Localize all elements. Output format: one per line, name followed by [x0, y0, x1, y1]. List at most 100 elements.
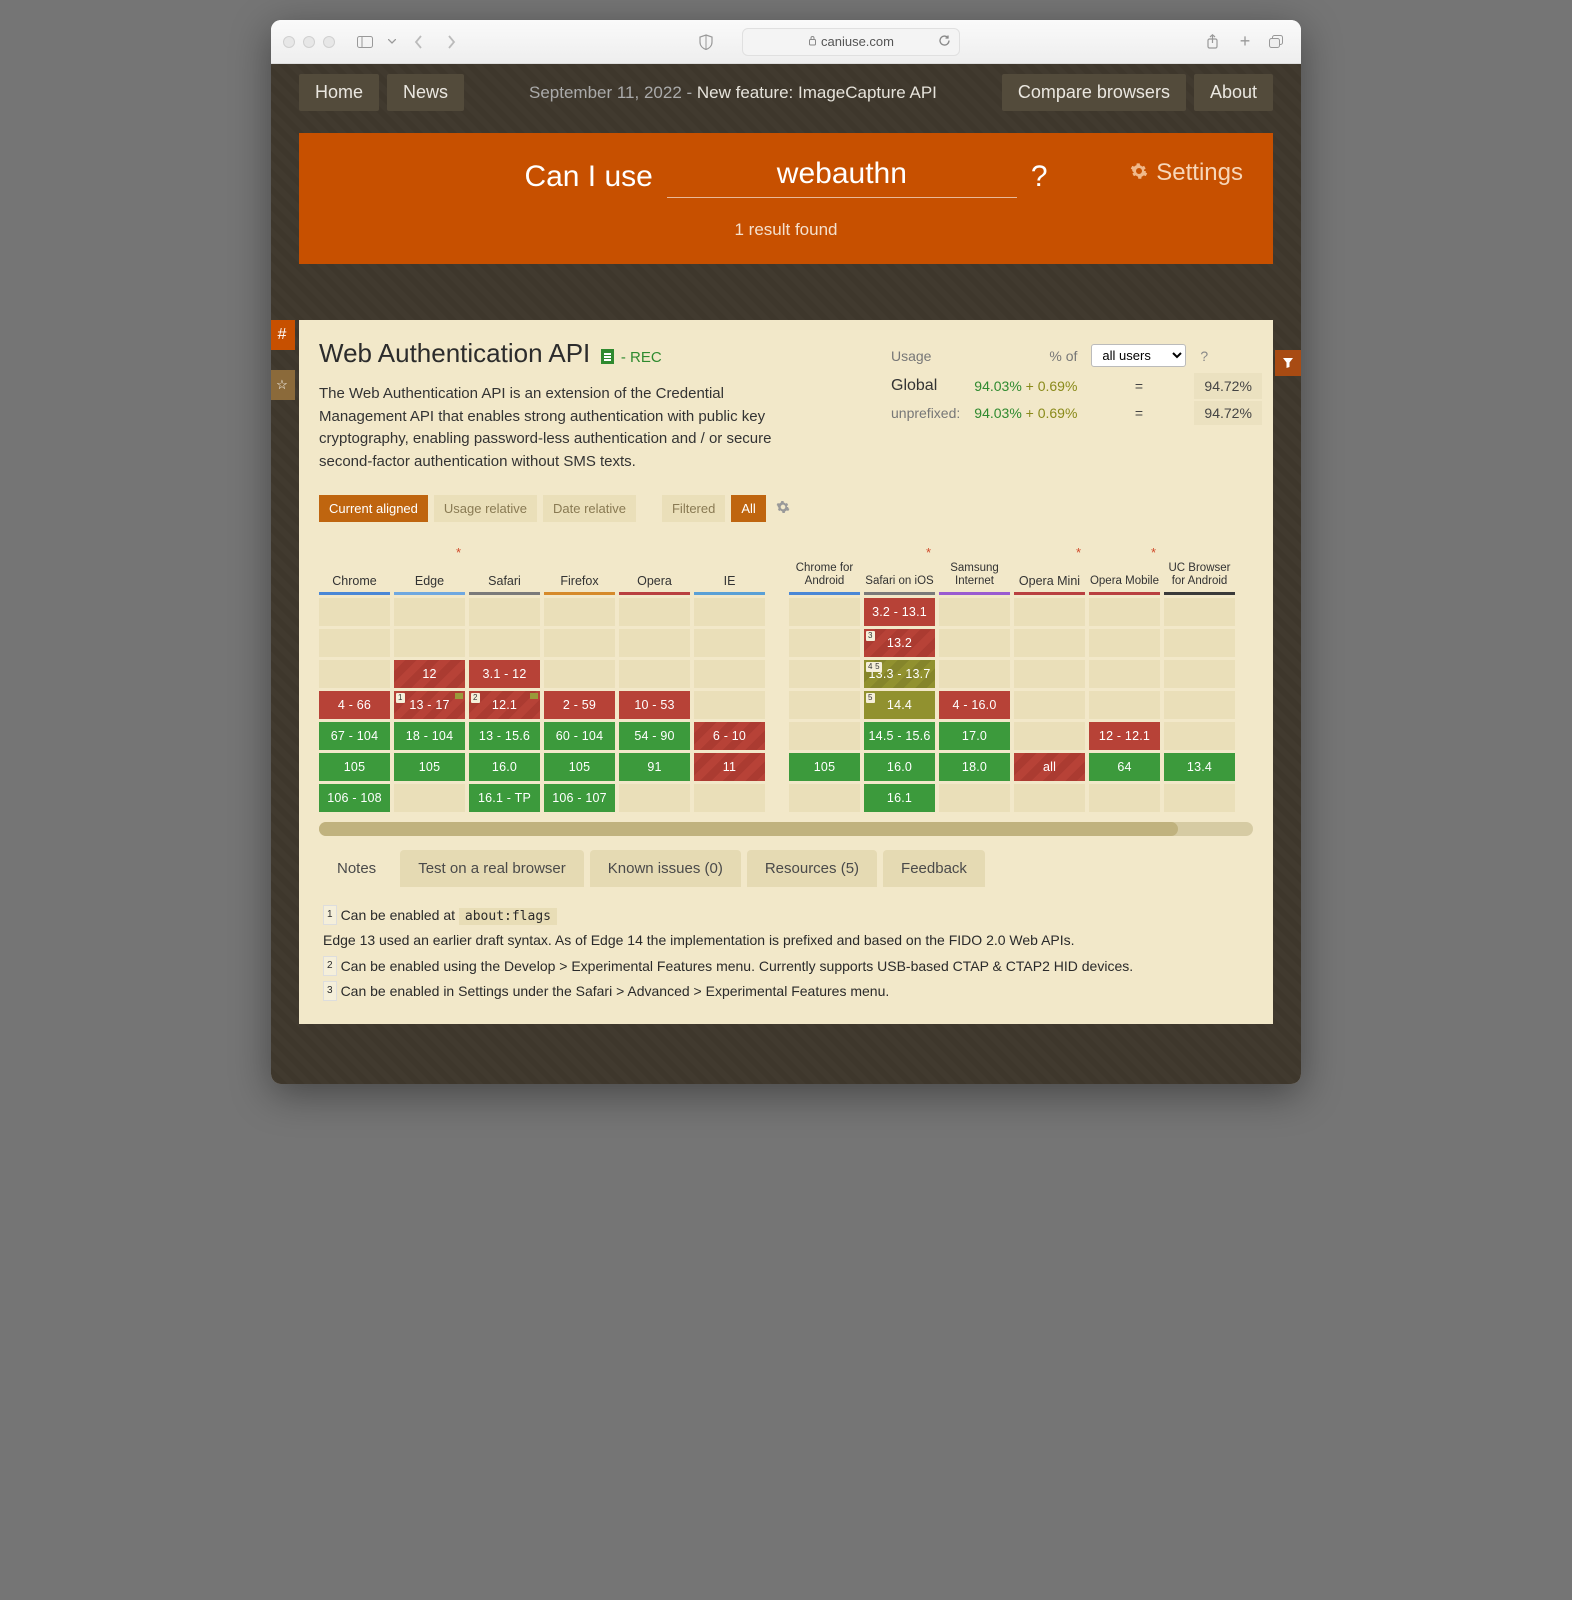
- support-cell[interactable]: 18 - 104: [394, 722, 465, 750]
- sidebar-icon[interactable]: [353, 32, 377, 52]
- support-cell[interactable]: [394, 629, 465, 657]
- tab-resources[interactable]: Resources (5): [747, 850, 877, 887]
- support-cell[interactable]: 17.0: [939, 722, 1010, 750]
- support-cell[interactable]: 13 - 171: [394, 691, 465, 719]
- close-dot[interactable]: [283, 36, 295, 48]
- view-settings-icon[interactable]: [776, 500, 790, 517]
- support-cell[interactable]: 16.1: [864, 784, 935, 812]
- support-cell[interactable]: 4 - 16.0: [939, 691, 1010, 719]
- nav-news[interactable]: News: [387, 74, 464, 111]
- usage-help-icon[interactable]: ?: [1194, 340, 1261, 371]
- support-cell[interactable]: [619, 660, 690, 688]
- window-controls[interactable]: [283, 36, 335, 48]
- support-cell[interactable]: 54 - 90: [619, 722, 690, 750]
- support-cell[interactable]: 64: [1089, 753, 1160, 781]
- support-cell[interactable]: [544, 629, 615, 657]
- support-cell[interactable]: 18.0: [939, 753, 1010, 781]
- support-cell[interactable]: 14.5 - 15.6: [864, 722, 935, 750]
- support-cell[interactable]: 4 - 66: [319, 691, 390, 719]
- support-cell[interactable]: [789, 629, 860, 657]
- support-cell[interactable]: [394, 784, 465, 812]
- support-cell[interactable]: [1164, 629, 1235, 657]
- support-cell[interactable]: [789, 784, 860, 812]
- support-cell[interactable]: [1089, 660, 1160, 688]
- support-cell[interactable]: [1089, 629, 1160, 657]
- min-dot[interactable]: [303, 36, 315, 48]
- support-cell[interactable]: 13.4: [1164, 753, 1235, 781]
- support-cell[interactable]: 14.45: [864, 691, 935, 719]
- support-cell[interactable]: 13.3 - 13.74 5: [864, 660, 935, 688]
- settings-link[interactable]: Settings: [1130, 159, 1243, 187]
- chevron-down-icon[interactable]: [385, 32, 399, 52]
- max-dot[interactable]: [323, 36, 335, 48]
- support-cell[interactable]: [319, 629, 390, 657]
- support-cell[interactable]: [469, 629, 540, 657]
- nav-about[interactable]: About: [1194, 74, 1273, 111]
- reload-icon[interactable]: [938, 34, 951, 50]
- toggle-date-relative[interactable]: Date relative: [543, 495, 636, 522]
- support-cell[interactable]: 16.1 - TP: [469, 784, 540, 812]
- forward-button[interactable]: [439, 32, 463, 52]
- support-cell[interactable]: [619, 629, 690, 657]
- support-cell[interactable]: [939, 660, 1010, 688]
- search-input[interactable]: [667, 155, 1017, 198]
- tab-feedback[interactable]: Feedback: [883, 850, 985, 887]
- tab-notes[interactable]: Notes: [319, 850, 394, 887]
- support-cell[interactable]: 6 - 10: [694, 722, 765, 750]
- support-cell[interactable]: [1014, 691, 1085, 719]
- support-cell[interactable]: [1014, 660, 1085, 688]
- support-cell[interactable]: [789, 722, 860, 750]
- support-cell[interactable]: [694, 691, 765, 719]
- tab-known-issues[interactable]: Known issues (0): [590, 850, 741, 887]
- support-cell[interactable]: [1014, 629, 1085, 657]
- support-cell[interactable]: [1014, 722, 1085, 750]
- support-cell[interactable]: 60 - 104: [544, 722, 615, 750]
- toggle-current[interactable]: Current aligned: [319, 495, 428, 522]
- star-icon[interactable]: ☆: [271, 370, 295, 400]
- shield-icon[interactable]: [694, 32, 718, 52]
- support-cell[interactable]: [1164, 660, 1235, 688]
- tab-test[interactable]: Test on a real browser: [400, 850, 584, 887]
- support-cell[interactable]: [1164, 691, 1235, 719]
- support-cell[interactable]: [694, 629, 765, 657]
- support-cell[interactable]: [789, 691, 860, 719]
- support-cell[interactable]: [1014, 784, 1085, 812]
- share-icon[interactable]: [1201, 32, 1225, 52]
- back-button[interactable]: [407, 32, 431, 52]
- support-cell[interactable]: [694, 660, 765, 688]
- support-cell[interactable]: 3.1 - 12: [469, 660, 540, 688]
- usage-scope-select[interactable]: all users: [1091, 344, 1186, 367]
- support-cell[interactable]: 106 - 108: [319, 784, 390, 812]
- support-cell[interactable]: 105: [319, 753, 390, 781]
- support-cell[interactable]: [1164, 784, 1235, 812]
- toggle-usage-relative[interactable]: Usage relative: [434, 495, 537, 522]
- support-cell[interactable]: 11: [694, 753, 765, 781]
- support-cell[interactable]: [789, 660, 860, 688]
- nav-compare[interactable]: Compare browsers: [1002, 74, 1186, 111]
- support-cell[interactable]: 105: [789, 753, 860, 781]
- support-cell[interactable]: [1164, 722, 1235, 750]
- toggle-all[interactable]: All: [731, 495, 765, 522]
- url-bar[interactable]: caniuse.com: [742, 28, 959, 56]
- nav-home[interactable]: Home: [299, 74, 379, 111]
- toggle-filtered[interactable]: Filtered: [662, 495, 725, 522]
- support-cell[interactable]: 106 - 107: [544, 784, 615, 812]
- support-cell[interactable]: 2 - 59: [544, 691, 615, 719]
- filter-icon[interactable]: [1275, 350, 1301, 376]
- support-cell[interactable]: 12 - 12.1: [1089, 722, 1160, 750]
- support-cell[interactable]: 105: [544, 753, 615, 781]
- support-cell[interactable]: all: [1014, 753, 1085, 781]
- support-cell[interactable]: [1089, 691, 1160, 719]
- support-cell[interactable]: [939, 629, 1010, 657]
- support-cell[interactable]: 91: [619, 753, 690, 781]
- support-cell[interactable]: 13 - 15.6: [469, 722, 540, 750]
- support-cell[interactable]: 105: [394, 753, 465, 781]
- support-cell[interactable]: 10 - 53: [619, 691, 690, 719]
- support-cell[interactable]: 12: [394, 660, 465, 688]
- support-cell[interactable]: 13.23: [864, 629, 935, 657]
- support-cell[interactable]: [939, 784, 1010, 812]
- new-tab-icon[interactable]: +: [1233, 32, 1257, 52]
- support-cell[interactable]: 16.0: [864, 753, 935, 781]
- support-cell[interactable]: [1089, 784, 1160, 812]
- grid-scrollbar[interactable]: [319, 822, 1253, 836]
